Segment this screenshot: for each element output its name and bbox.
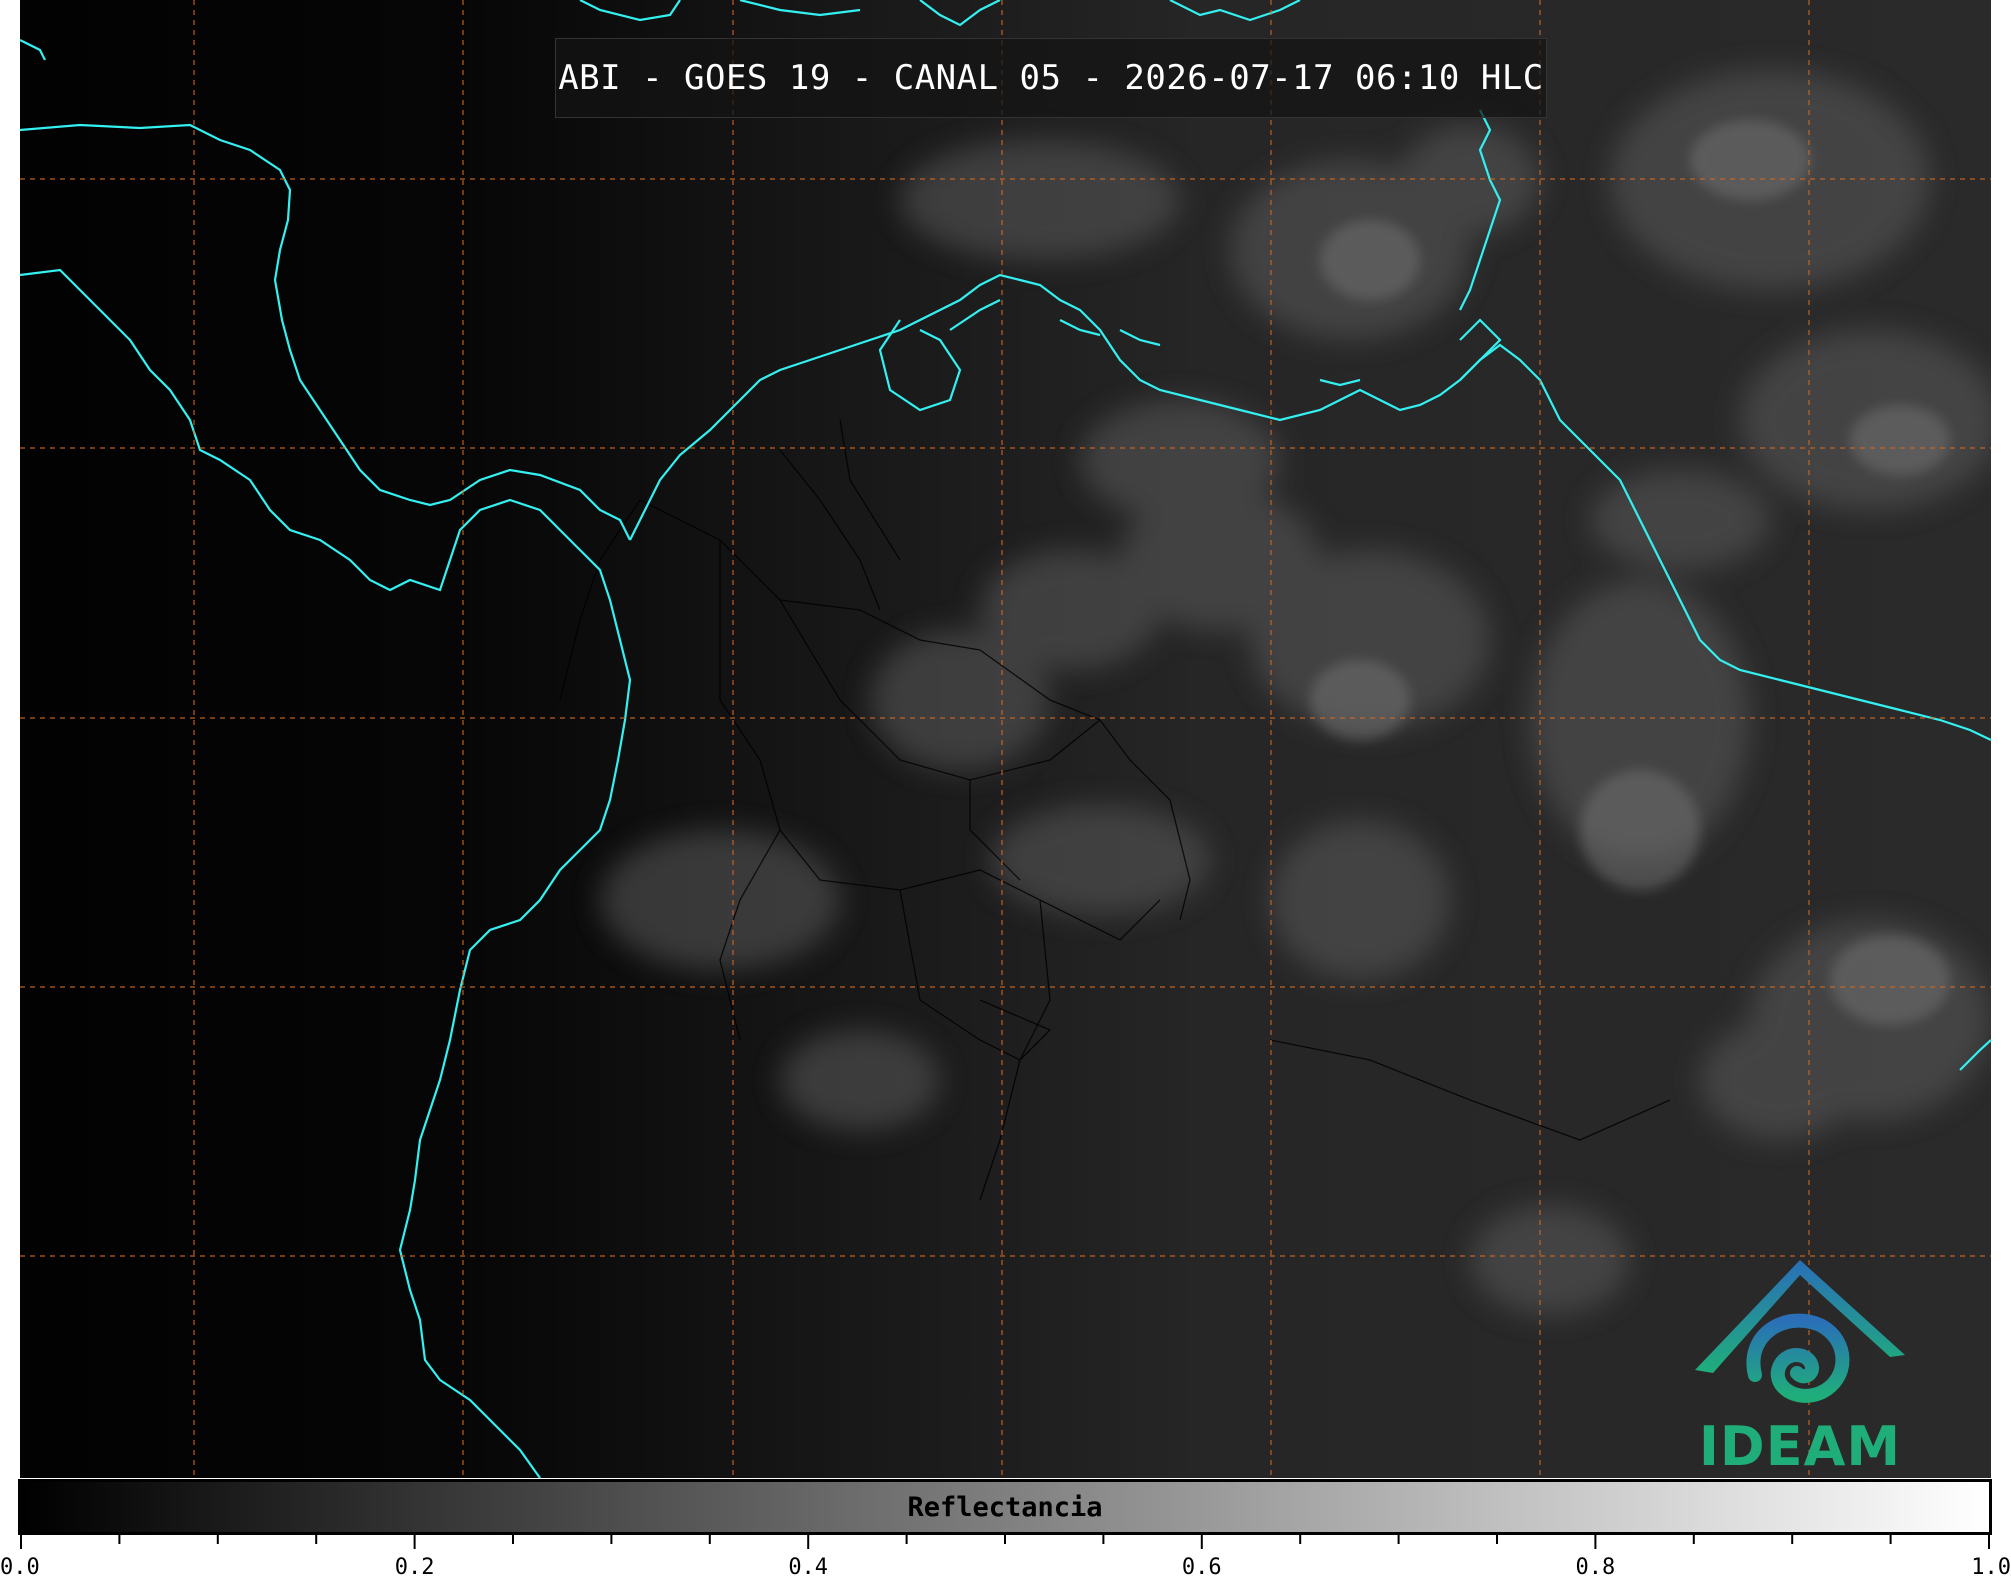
map-title: ABI - GOES 19 - CANAL 05 - 2026-07-17 06… xyxy=(558,58,1544,98)
colorbar-tick-label: 0.6 xyxy=(1181,1555,1222,1580)
colorbar-tick-label: 0.0 xyxy=(0,1555,40,1580)
colorbar-tick-label: 0.2 xyxy=(394,1555,435,1580)
colorbar-tick-marks xyxy=(20,1535,1990,1549)
title-box: ABI - GOES 19 - CANAL 05 - 2026-07-17 06… xyxy=(555,38,1547,118)
colorbar-ticks: 0.0 0.2 0.4 0.6 0.8 1.0 xyxy=(0,1535,2011,1580)
colorbar-tick-label: 1.0 xyxy=(1971,1555,2011,1580)
colorbar-tick-label: 0.4 xyxy=(788,1555,829,1580)
colorbar: Reflectancia xyxy=(18,1479,1992,1535)
logo-text: IDEAM xyxy=(1698,1415,1902,1478)
colorbar-label: Reflectancia xyxy=(907,1491,1103,1523)
ideam-logo: IDEAM xyxy=(1685,1255,1915,1478)
ideam-logo-icon xyxy=(1695,1260,1905,1403)
colorbar-tick-label: 0.8 xyxy=(1575,1555,1616,1580)
satellite-map[interactable]: ABI - GOES 19 - CANAL 05 - 2026-07-17 06… xyxy=(20,0,1991,1478)
